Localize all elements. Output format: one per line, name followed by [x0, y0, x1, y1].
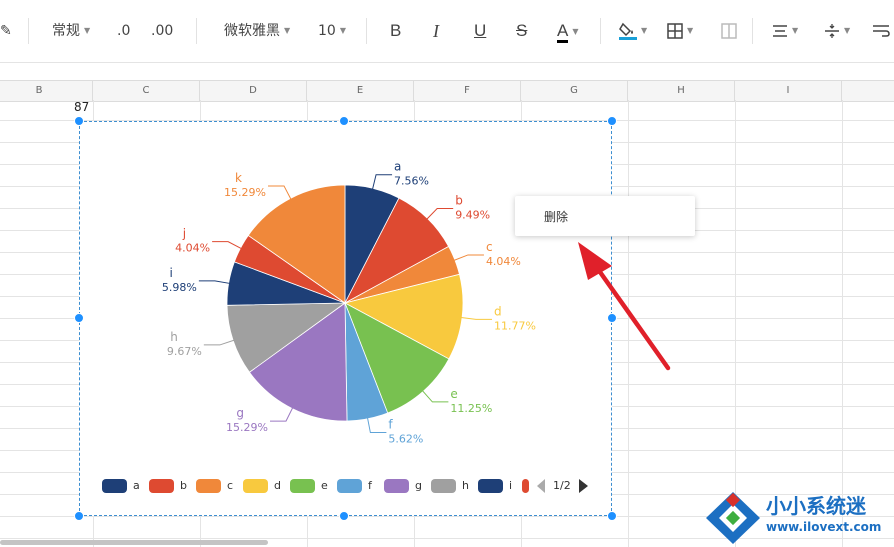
legend-swatch [149, 479, 174, 493]
legend-label: i [509, 479, 513, 492]
vertical-align-button[interactable]: ▼ [824, 20, 850, 42]
legend-swatch [102, 479, 127, 493]
legend-page-indicator: 1/2 [553, 479, 571, 492]
legend-swatch [290, 479, 315, 493]
fill-color-button[interactable]: ▼ [619, 20, 647, 42]
legend-swatch [243, 479, 268, 493]
align-middle-icon [825, 24, 839, 38]
grid-line [0, 62, 894, 63]
column-header-c[interactable]: C [93, 81, 200, 101]
toolbar: ✎ 常规 ▼ .0 .00 微软雅黑 ▼ 10 ▼ B I U S A ▼ ▼ ▼ [0, 0, 894, 63]
chevron-down-icon: ▼ [792, 26, 799, 35]
merge-cells-button[interactable] [721, 20, 737, 42]
font-color-label: A [557, 21, 569, 43]
toolbar-divider [196, 18, 197, 44]
horizontal-align-button[interactable]: ▼ [772, 20, 798, 42]
column-header-f[interactable]: F [414, 81, 521, 101]
legend-label: d [274, 479, 281, 492]
resize-handle-top-left[interactable] [74, 116, 84, 126]
chevron-down-icon: ▼ [572, 27, 579, 36]
resize-handle-bottom-right[interactable] [607, 511, 617, 521]
column-header-h[interactable]: H [628, 81, 735, 101]
increase-decimal-button[interactable]: .00 [151, 20, 173, 42]
bold-button[interactable]: B [390, 20, 401, 42]
legend-label: h [462, 479, 469, 492]
resize-handle-bottom[interactable] [339, 511, 349, 521]
number-format-select[interactable]: 常规 ▼ [52, 20, 90, 42]
resize-handle-left[interactable] [74, 313, 84, 323]
context-menu: 删除 [515, 196, 695, 236]
legend-label: g [415, 479, 422, 492]
wrap-text-button[interactable] [872, 20, 890, 42]
legend-label: b [180, 479, 187, 492]
font-size-select[interactable]: 10 ▼ [318, 20, 346, 42]
decrease-decimal-button[interactable]: .0 [117, 20, 130, 42]
legend-label: e [321, 479, 328, 492]
legend-swatch [522, 479, 529, 493]
resize-handle-right[interactable] [607, 313, 617, 323]
fill-bucket-icon [619, 22, 637, 40]
toolbar-divider [366, 18, 367, 44]
toolbar-divider [752, 18, 753, 44]
column-header-e[interactable]: E [307, 81, 414, 101]
column-header-i[interactable]: I [735, 81, 842, 101]
borders-button[interactable]: ▼ [667, 20, 693, 42]
resize-handle-top-right[interactable] [607, 116, 617, 126]
font-color-button[interactable]: A ▼ [557, 20, 579, 43]
legend-swatch [384, 479, 409, 493]
watermark-url: www.ilovext.com [766, 520, 882, 534]
resize-handle-bottom-left[interactable] [74, 511, 84, 521]
underline-button[interactable]: U [474, 20, 486, 42]
chevron-down-icon: ▼ [284, 26, 291, 35]
legend-swatch [478, 479, 503, 493]
font-family-select[interactable]: 微软雅黑 ▼ [224, 20, 290, 42]
legend-swatch [196, 479, 221, 493]
cell-value[interactable]: 87 [74, 100, 89, 114]
chart-object[interactable] [79, 121, 612, 516]
watermark-logo: 小小系统迷 www.ilovext.com [704, 488, 894, 547]
chevron-down-icon: ▼ [641, 26, 648, 35]
prev-page-icon[interactable] [537, 479, 546, 493]
grid-line [842, 100, 843, 547]
toolbar-divider [28, 18, 29, 44]
toolbar-divider [600, 18, 601, 44]
legend-label: a [133, 479, 140, 492]
strikethrough-button[interactable]: S [516, 20, 527, 42]
chevron-down-icon: ▼ [687, 26, 694, 35]
legend-swatch [431, 479, 456, 493]
grid-line [735, 100, 736, 547]
number-format-label: 常规 [52, 23, 80, 39]
next-page-icon[interactable] [579, 479, 588, 493]
font-family-label: 微软雅黑 [224, 23, 280, 39]
legend-label: f [368, 479, 372, 492]
column-header-d[interactable]: D [200, 81, 307, 101]
column-header-b[interactable]: B [0, 81, 93, 101]
legend-label: c [227, 479, 234, 492]
chevron-down-icon: ▼ [844, 26, 851, 35]
chevron-down-icon: ▼ [84, 26, 91, 35]
logo-mark-icon [706, 492, 760, 544]
column-header-bar: B C D E F G H I [0, 80, 894, 102]
resize-handle-top[interactable] [339, 116, 349, 126]
format-painter-icon[interactable]: ✎ [0, 20, 12, 42]
delete-menu-item[interactable]: 删除 [544, 208, 568, 225]
chevron-down-icon: ▼ [339, 26, 346, 35]
horizontal-scrollbar[interactable] [0, 540, 268, 545]
italic-button[interactable]: I [433, 20, 439, 42]
wrap-text-icon [873, 25, 890, 37]
legend-swatch [337, 479, 362, 493]
merge-cells-icon [721, 23, 737, 39]
watermark-title: 小小系统迷 [766, 494, 866, 518]
grid-line [628, 100, 629, 547]
font-size-label: 10 [318, 23, 336, 39]
column-header-g[interactable]: G [521, 81, 628, 101]
grid-border-icon [667, 23, 683, 39]
align-center-icon [773, 25, 787, 37]
